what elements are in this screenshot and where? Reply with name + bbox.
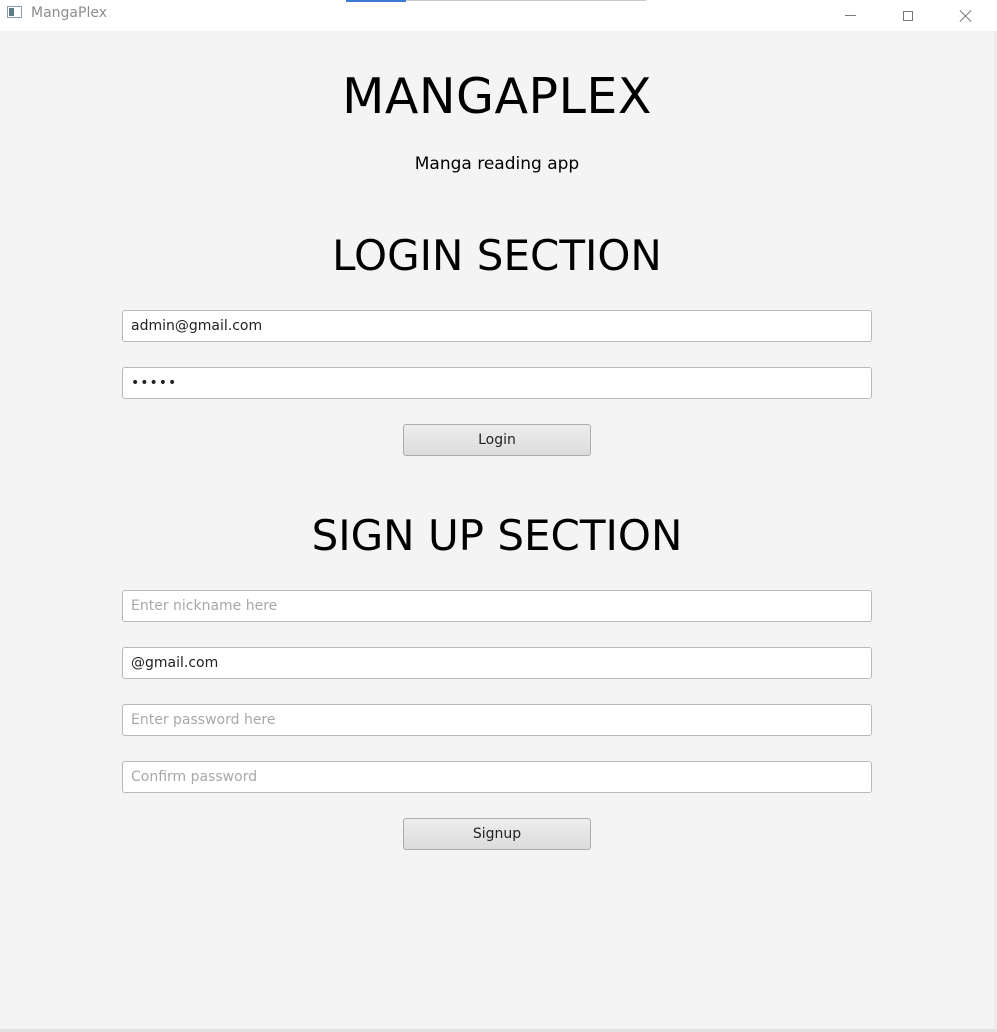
signup-button[interactable]: Signup — [403, 818, 591, 850]
login-email-input[interactable] — [122, 310, 872, 342]
minimize-button[interactable] — [827, 0, 873, 31]
signup-confirm-password-input[interactable] — [122, 761, 872, 793]
signup-nickname-input[interactable] — [122, 590, 872, 622]
minimize-icon — [844, 15, 856, 16]
login-password-input[interactable] — [122, 367, 872, 399]
app-window-icon — [7, 6, 22, 18]
login-section-heading: LOGIN SECTION — [332, 231, 662, 280]
focus-indicator — [346, 0, 406, 2]
maximize-icon — [903, 10, 913, 21]
window-title: MangaPlex — [31, 5, 107, 21]
maximize-button[interactable] — [885, 0, 931, 31]
app-subtitle: Manga reading app — [414, 154, 580, 174]
title-bar: MangaPlex — [0, 0, 997, 31]
focus-indicator-track — [406, 0, 646, 1]
signup-section-heading: SIGN UP SECTION — [311, 511, 683, 560]
signup-password-input[interactable] — [122, 704, 872, 736]
close-icon — [959, 9, 973, 23]
signup-email-input[interactable] — [122, 647, 872, 679]
app-title: MANGAPLEX — [342, 68, 652, 125]
login-button[interactable]: Login — [403, 424, 591, 456]
close-button[interactable] — [943, 0, 989, 31]
